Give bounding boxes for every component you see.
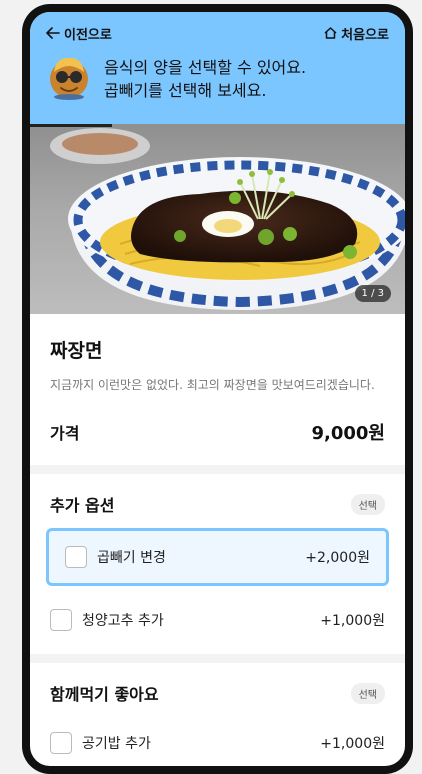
price-value: 9,000원 — [311, 423, 386, 444]
checkbox[interactable] — [65, 546, 87, 568]
option-price: +2,000원 — [305, 550, 370, 566]
price-row: 가격 9,000원 — [50, 419, 385, 465]
option-rice[interactable]: 공기밥 추가 +1,000원 — [50, 717, 385, 766]
option-left: 곱빼기 변경 — [65, 546, 166, 568]
option-label: 청양고추 추가 — [82, 613, 164, 629]
mascot-avatar-icon — [46, 54, 92, 104]
product-description: 지금까지 이런맛은 없었다. 최고의 짜장면을 맛보여드리겠습니다. — [50, 378, 375, 392]
product-name: 짜장면 — [50, 340, 103, 362]
guide-line-2: 곱빼기를 선택해 보세요. — [104, 81, 267, 100]
top-nav: 이전으로 처음으로 — [46, 24, 389, 43]
home-icon — [324, 27, 337, 39]
section-title: 추가 옵션 — [50, 496, 115, 515]
option-left: 청양고추 추가 — [50, 609, 164, 631]
price-label: 가격 — [50, 424, 80, 443]
section-header: 함께먹기 좋아요 선택 — [50, 681, 385, 705]
guide-message: 음식의 양을 선택할 수 있어요. 곱빼기를 선택해 보세요. — [46, 54, 389, 104]
option-chili[interactable]: 청양고추 추가 +1,000원 — [50, 594, 385, 646]
option-large-size[interactable]: 곱빼기 변경 +2,000원 — [46, 528, 389, 586]
home-button[interactable]: 처음으로 — [324, 24, 389, 43]
optional-badge: 선택 — [350, 493, 385, 515]
section-divider — [30, 465, 405, 474]
back-label: 이전으로 — [64, 27, 112, 43]
guide-line-1: 음식의 양을 선택할 수 있어요. — [104, 58, 307, 77]
image-counter: 1 / 3 — [354, 285, 391, 302]
option-price: +1,000원 — [320, 613, 385, 629]
home-label: 처음으로 — [341, 27, 389, 43]
section-header: 추가 옵션 선택 — [50, 492, 385, 516]
option-label: 공기밥 추가 — [82, 736, 151, 752]
guide-header: 이전으로 처음으로 음식의 양을 선택할 수 있어요. 곱빼기를 선택해 보세요… — [30, 12, 405, 124]
extra-options-section: 추가 옵션 선택 곱빼기 변경 +2,000원 청양고추 추가 +1,000원 — [30, 474, 405, 646]
jjajangmyeon-photo-icon — [50, 128, 405, 310]
together-section: 함께먹기 좋아요 선택 공기밥 추가 +1,000원 — [30, 663, 405, 766]
image-progress-bar — [30, 124, 112, 127]
arrow-left-icon — [46, 27, 60, 39]
section-title: 함께먹기 좋아요 — [50, 685, 159, 704]
option-left: 공기밥 추가 — [50, 732, 151, 754]
guide-text: 음식의 양을 선택할 수 있어요. 곱빼기를 선택해 보세요. — [104, 56, 306, 102]
product-info: 짜장면 지금까지 이런맛은 없었다. 최고의 짜장면을 맛보여드리겠습니다. 가… — [30, 314, 405, 465]
back-button[interactable]: 이전으로 — [46, 24, 112, 43]
optional-badge: 선택 — [350, 682, 385, 704]
section-divider — [30, 654, 405, 663]
phone-frame: 이전으로 처음으로 음식의 양을 선택할 수 있어요. 곱빼기를 선택해 보세요… — [22, 4, 413, 774]
option-price: +1,000원 — [320, 736, 385, 752]
product-image[interactable]: 1 / 3 — [30, 124, 405, 314]
app-screen: 이전으로 처음으로 음식의 양을 선택할 수 있어요. 곱빼기를 선택해 보세요… — [30, 12, 405, 766]
checkbox[interactable] — [50, 609, 72, 631]
option-label: 곱빼기 변경 — [97, 550, 166, 566]
checkbox[interactable] — [50, 732, 72, 754]
